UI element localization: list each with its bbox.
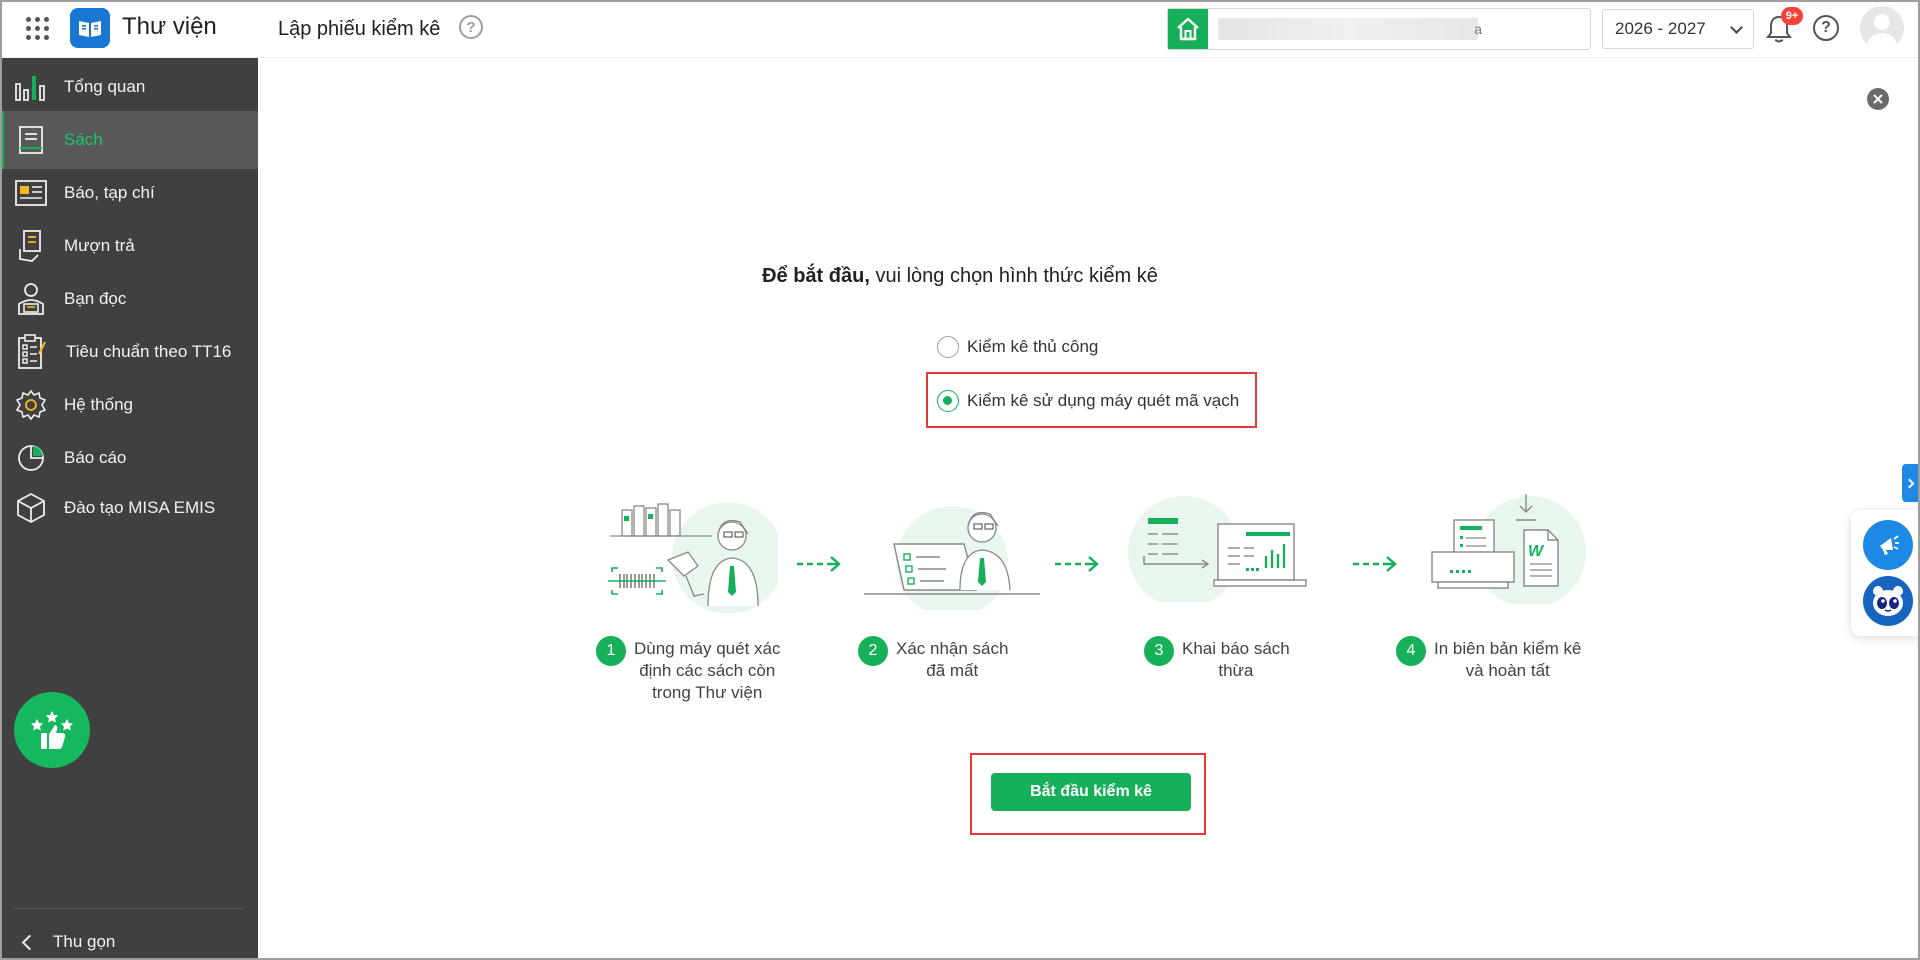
borrow-return-icon <box>14 229 48 263</box>
step-3-line-2: thừa <box>1218 661 1254 680</box>
step-2-number: 2 <box>858 636 888 666</box>
expand-panel-tab[interactable] <box>1902 464 1920 502</box>
option-manual-label: Kiểm kê thủ công <box>967 337 1099 356</box>
step-4: 4 In biên bản kiểm kê và hoàn tất <box>1396 636 1581 682</box>
step-4-number: 4 <box>1396 636 1426 666</box>
sidebar-item-9[interactable]: Đào tạo MISA EMIS <box>0 479 258 537</box>
home-icon <box>1168 9 1208 49</box>
rate-thumbs-up-icon[interactable] <box>14 692 90 768</box>
step-2-text: Xác nhận sách đã mất <box>896 638 1008 682</box>
school-name-redacted: a <box>1218 18 1482 40</box>
step-2-line-2: đã mất <box>926 661 979 680</box>
page-help-icon[interactable]: ? <box>459 15 483 39</box>
chevron-right-icon <box>1904 478 1915 488</box>
step-1-number: 1 <box>596 636 626 666</box>
sidebar-item-label: Báo, tạp chí <box>64 183 155 202</box>
sidebar-divider <box>14 908 244 909</box>
chevron-down-icon <box>1730 21 1743 34</box>
svg-text:W: W <box>1528 543 1545 560</box>
radio-manual[interactable] <box>937 336 959 358</box>
sidebar-item-3[interactable]: Báo, tạp chí <box>0 164 258 222</box>
step-4-line-1: In biên bản kiểm kê <box>1434 639 1582 658</box>
prompt-rest: vui lòng chọn hình thức kiểm kê <box>869 265 1158 287</box>
sidebar-item-label: Báo cáo <box>64 448 127 467</box>
school-year-value: 2026 - 2027 <box>1615 19 1706 38</box>
sidebar-item-7[interactable]: Hệ thống <box>0 376 258 434</box>
book-icon <box>14 123 48 157</box>
step-4-illustration: W <box>1428 490 1588 609</box>
close-icon[interactable] <box>1867 88 1889 110</box>
step-4-line-2: và hoàn tất <box>1465 661 1550 680</box>
page-title: Lập phiếu kiểm kê <box>278 18 441 40</box>
sidebar: Tổng quan Sách Báo, tạp chí Mượn trả Bạn đọc… <box>0 58 258 960</box>
step-1-line-2: định các sách còn <box>639 661 776 680</box>
floating-widget-panel <box>1851 510 1920 636</box>
option-manual[interactable]: Kiểm kê thủ công <box>937 336 1098 358</box>
step-1-illustration <box>608 496 784 621</box>
chevron-left-icon <box>21 934 38 950</box>
step-2-illustration <box>864 500 1044 618</box>
announcement-megaphone-icon[interactable] <box>1863 520 1913 570</box>
step-1-line-3: trong Thư viện <box>652 683 763 702</box>
apps-grid-icon[interactable] <box>25 16 49 40</box>
sidebar-item-label: Tổng quan <box>64 77 146 96</box>
step-1-line-1: Dùng máy quét xác <box>634 639 781 658</box>
sidebar-item-label: Đào tạo MISA EMIS <box>64 498 216 517</box>
school-year-select[interactable]: 2026 - 2027 <box>1602 9 1754 49</box>
step-arrow-3-icon <box>1351 554 1399 579</box>
step-3-line-1: Khai báo sách <box>1182 639 1290 658</box>
step-3: 3 Khai báo sách thừa <box>1144 636 1290 682</box>
clipboard-checklist-icon <box>14 334 48 369</box>
school-name-suffix: a <box>1474 21 1482 37</box>
sidebar-item-label: Sách <box>64 130 103 149</box>
pie-chart-icon <box>14 441 48 475</box>
user-avatar[interactable] <box>1860 6 1904 50</box>
step-4-text: In biên bản kiểm kê và hoàn tất <box>1434 638 1581 682</box>
sidebar-item-label: Mượn trả <box>64 236 135 255</box>
step-3-number: 3 <box>1144 636 1174 666</box>
collapse-sidebar-button[interactable]: Thu gọn <box>21 924 116 960</box>
step-2-line-1: Xác nhận sách <box>896 639 1009 658</box>
step-arrow-1-icon <box>795 554 843 579</box>
start-inventory-button[interactable]: Bắt đầu kiểm kê <box>991 773 1191 811</box>
help-icon[interactable]: ? <box>1813 15 1839 41</box>
cube-icon <box>14 491 48 525</box>
step-3-text: Khai báo sách thừa <box>1182 638 1290 682</box>
step-2: 2 Xác nhận sách đã mất <box>858 636 1008 682</box>
method-prompt: Để bắt đầu, vui lòng chọn hình thức kiểm… <box>0 265 1920 288</box>
notification-badge: 9+ <box>1781 7 1803 25</box>
library-logo-icon <box>70 8 110 48</box>
school-name: a <box>1208 9 1590 49</box>
radio-barcode-scanner[interactable] <box>937 390 959 412</box>
school-selector[interactable]: a <box>1167 8 1591 50</box>
gear-icon <box>14 388 48 422</box>
chart-bars-icon <box>14 70 48 104</box>
newspaper-icon <box>14 176 48 210</box>
prompt-bold: Để bắt đầu, <box>762 265 870 287</box>
step-3-illustration <box>1122 490 1332 608</box>
option-barcode-label: Kiểm kê sử dụng máy quét mã vạch <box>967 391 1240 410</box>
sidebar-item-label: Bạn đọc <box>64 289 127 308</box>
sidebar-item-label: Tiêu chuẩn theo TT16 <box>66 342 232 361</box>
collapse-label: Thu gọn <box>53 932 116 951</box>
top-header: Thư viện Lập phiếu kiểm kê ? a 2026 - 20… <box>0 0 1920 58</box>
sidebar-item-label: Hệ thống <box>64 395 133 414</box>
option-barcode-scanner[interactable]: Kiểm kê sử dụng máy quét mã vạch <box>937 390 1239 412</box>
step-arrow-2-icon <box>1053 554 1101 579</box>
assistant-bot-icon[interactable] <box>1863 576 1913 626</box>
sidebar-item-1[interactable]: Tổng quan <box>0 58 258 116</box>
sidebar-item-6[interactable]: Tiêu chuẩn theo TT16 <box>0 323 258 381</box>
sidebar-item-2[interactable]: Sách <box>0 111 258 169</box>
step-1-text: Dùng máy quét xác định các sách còn tron… <box>634 638 780 704</box>
app-title: Thư viện <box>122 13 217 40</box>
step-1: 1 Dùng máy quét xác định các sách còn tr… <box>596 636 780 704</box>
